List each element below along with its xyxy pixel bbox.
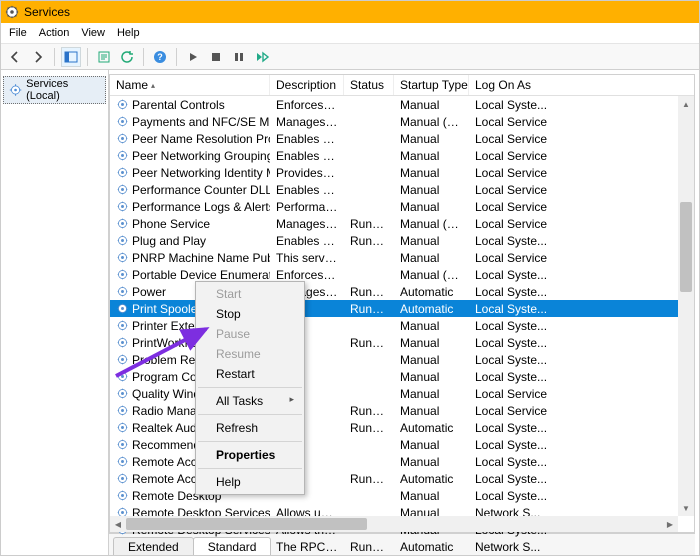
service-icon xyxy=(116,319,129,332)
content: Services (Local) Name▴ Description Statu… xyxy=(1,70,699,555)
ctx-pause: Pause xyxy=(196,324,304,344)
service-icon xyxy=(116,370,129,383)
ctx-refresh[interactable]: Refresh xyxy=(196,418,304,438)
table-row[interactable]: Performance Counter DLL ...Enables rem..… xyxy=(110,181,694,198)
service-icon xyxy=(116,438,129,451)
col-logon[interactable]: Log On As xyxy=(469,75,694,95)
nav-pane: Services (Local) xyxy=(1,70,109,555)
service-icon xyxy=(116,200,129,213)
service-icon xyxy=(116,489,129,502)
scrollbar-vertical[interactable]: ▲ ▼ xyxy=(678,96,694,516)
table-row[interactable]: Parental ControlsEnforces p...ManualLoca… xyxy=(110,96,694,113)
column-headers: Name▴ Description Status Startup Type Lo… xyxy=(110,75,694,96)
nav-label: Services (Local) xyxy=(26,78,100,102)
scroll-up-icon[interactable]: ▲ xyxy=(678,96,694,112)
restart-service-button[interactable] xyxy=(252,47,272,67)
service-icon xyxy=(116,251,129,264)
refresh-button[interactable] xyxy=(117,47,137,67)
nav-services-local[interactable]: Services (Local) xyxy=(3,76,106,104)
ctx-start: Start xyxy=(196,284,304,304)
forward-button[interactable] xyxy=(28,47,48,67)
service-icon xyxy=(116,472,129,485)
service-icon xyxy=(116,183,129,196)
export-list-button[interactable] xyxy=(94,47,114,67)
table-row[interactable]: Peer Name Resolution Prot...Enables serv… xyxy=(110,130,694,147)
service-icon xyxy=(116,285,129,298)
table-row[interactable]: PNRP Machine Name Publi...This service .… xyxy=(110,249,694,266)
service-icon xyxy=(116,421,129,434)
table-row[interactable]: Peer Networking GroupingEnables mul...Ma… xyxy=(110,147,694,164)
service-icon xyxy=(116,217,129,230)
titlebar[interactable]: Services xyxy=(1,1,699,23)
table-row[interactable]: Phone ServiceManages th...RunningManual … xyxy=(110,215,694,232)
col-desc[interactable]: Description xyxy=(270,75,344,95)
sort-asc-icon: ▴ xyxy=(151,81,155,90)
service-icon xyxy=(116,302,129,315)
col-name[interactable]: Name▴ xyxy=(110,75,270,95)
service-icon xyxy=(116,149,129,162)
service-icon xyxy=(116,234,129,247)
app-icon xyxy=(5,5,19,19)
service-icon xyxy=(116,455,129,468)
table-row[interactable]: Performance Logs & AlertsPerforman...Man… xyxy=(110,198,694,215)
tab-standard[interactable]: Standard xyxy=(193,537,272,556)
ctx-alltasks[interactable]: All Tasks xyxy=(196,391,304,411)
context-menu: Start Stop Pause Resume Restart All Task… xyxy=(195,281,305,495)
toolbar: ? xyxy=(1,44,699,70)
menu-file[interactable]: File xyxy=(5,25,35,41)
service-icon xyxy=(116,387,129,400)
service-icon xyxy=(116,115,129,128)
pause-service-button[interactable] xyxy=(229,47,249,67)
service-icon xyxy=(116,353,129,366)
menu-help[interactable]: Help xyxy=(113,25,148,41)
services-window: Services File Action View Help ? Service… xyxy=(0,0,700,556)
menu-view[interactable]: View xyxy=(77,25,113,41)
stop-service-button[interactable] xyxy=(206,47,226,67)
menu-action[interactable]: Action xyxy=(35,25,78,41)
help-button[interactable]: ? xyxy=(150,47,170,67)
scroll-down-icon[interactable]: ▼ xyxy=(678,500,694,516)
start-service-button[interactable] xyxy=(183,47,203,67)
service-icon xyxy=(116,268,129,281)
show-hide-tree-button[interactable] xyxy=(61,47,81,67)
scroll-thumb-h[interactable] xyxy=(126,518,367,530)
ctx-help[interactable]: Help xyxy=(196,472,304,492)
service-icon xyxy=(116,336,129,349)
menubar: File Action View Help xyxy=(1,23,699,44)
ctx-stop[interactable]: Stop xyxy=(196,304,304,324)
ctx-properties[interactable]: Properties xyxy=(196,445,304,465)
svg-text:?: ? xyxy=(157,52,163,62)
ctx-resume: Resume xyxy=(196,344,304,364)
gear-icon xyxy=(9,83,22,97)
scroll-right-icon[interactable]: ▶ xyxy=(662,516,678,532)
table-row[interactable]: Payments and NFC/SE M...Manages pa...Man… xyxy=(110,113,694,130)
service-icon xyxy=(116,132,129,145)
service-icon xyxy=(116,98,129,111)
table-row[interactable]: Peer Networking Identity M...Provides id… xyxy=(110,164,694,181)
table-row[interactable]: Plug and PlayEnables a c...RunningManual… xyxy=(110,232,694,249)
scroll-thumb-v[interactable] xyxy=(680,202,692,292)
scroll-left-icon[interactable]: ◀ xyxy=(110,516,126,532)
scrollbar-horizontal[interactable]: ◀ ▶ xyxy=(110,516,678,532)
ctx-restart[interactable]: Restart xyxy=(196,364,304,384)
window-title: Services xyxy=(24,5,70,19)
back-button[interactable] xyxy=(5,47,25,67)
tab-extended[interactable]: Extended xyxy=(113,537,194,556)
col-status[interactable]: Status xyxy=(344,75,394,95)
col-startup[interactable]: Startup Type xyxy=(394,75,469,95)
service-icon xyxy=(116,166,129,179)
service-icon xyxy=(116,404,129,417)
